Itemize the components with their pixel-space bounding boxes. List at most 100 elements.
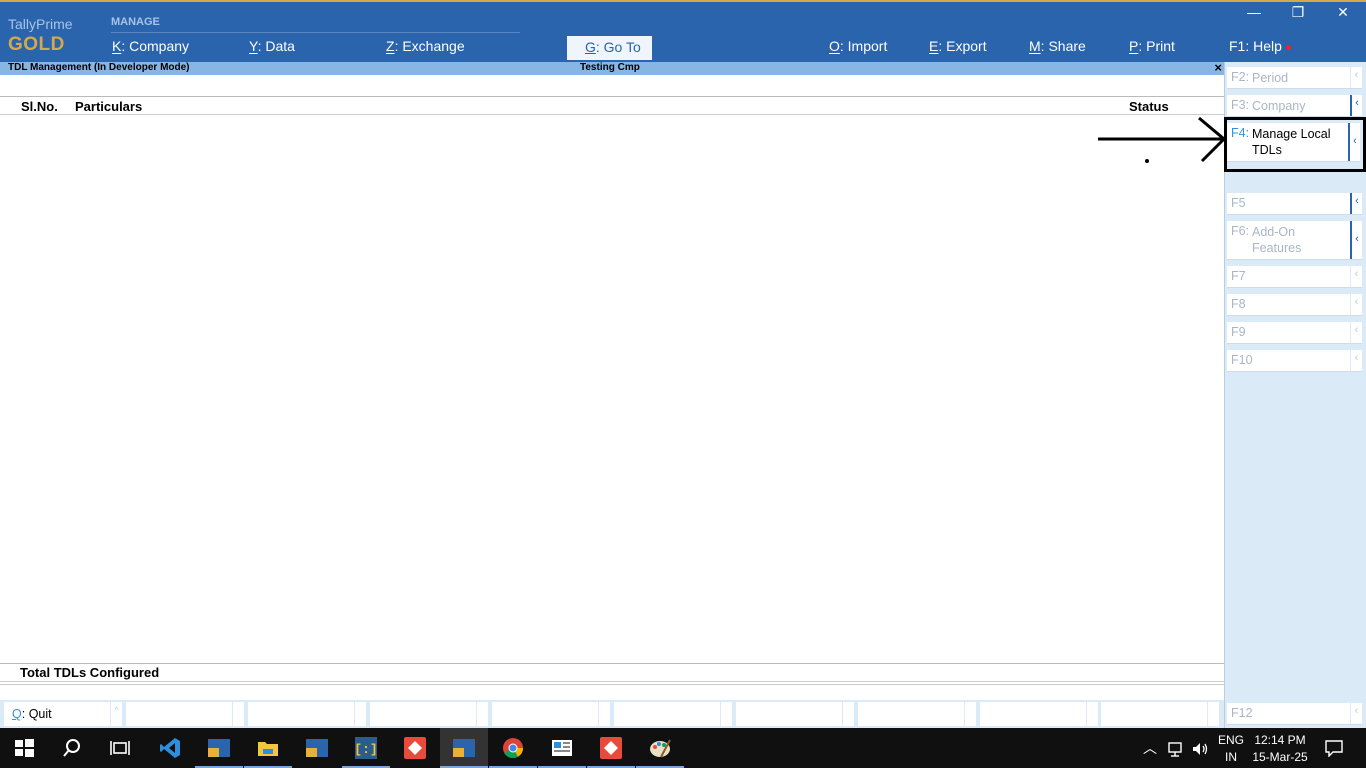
- bottom-button-slot[interactable]: [248, 702, 366, 726]
- paint-icon: [650, 739, 671, 758]
- f12-button[interactable]: F12 ‹: [1227, 703, 1362, 725]
- restore-button[interactable]: ❐: [1283, 4, 1313, 21]
- git-icon: [600, 737, 622, 759]
- taskbar-paint[interactable]: [636, 728, 684, 768]
- menu-goto[interactable]: G: Go To: [567, 36, 652, 60]
- f10-button[interactable]: F10 ‹: [1227, 350, 1362, 372]
- header-divider: [0, 114, 1224, 115]
- start-icon: [15, 739, 34, 757]
- f6-label: Add-On Features: [1252, 225, 1302, 255]
- file-explorer-icon: [258, 742, 278, 756]
- bottom-button-slot[interactable]: [492, 702, 610, 726]
- bottom-button-slot[interactable]: [370, 702, 488, 726]
- chevron-up-icon: [720, 702, 732, 726]
- f6-add-on-features-button[interactable]: F6: Add-On Features ‹: [1227, 221, 1362, 260]
- f2-period-button[interactable]: F2: Period ‹: [1227, 67, 1362, 89]
- taskbar-git[interactable]: [391, 728, 439, 768]
- menu-exchange-label: Exchange: [402, 38, 465, 54]
- menu-exchange[interactable]: Z: Exchange: [386, 38, 465, 54]
- menu-share-label: Share: [1048, 38, 1086, 54]
- menu-export[interactable]: E: Export: [929, 38, 987, 54]
- chevron-up-icon: [1086, 702, 1098, 726]
- show-hidden-icons-button[interactable]: ︿: [1143, 738, 1157, 758]
- chevron-left-icon: ‹: [1350, 193, 1362, 214]
- brand-name: TallyPrime: [8, 16, 73, 32]
- chevron-left-icon: ‹: [1350, 703, 1362, 724]
- clock-time: 12:14 PM: [1254, 733, 1306, 747]
- chevron-left-icon: ‹: [1350, 221, 1362, 259]
- column-header-status: Status: [1129, 99, 1169, 114]
- f2-key: F2:: [1231, 70, 1250, 84]
- header-divider: [0, 96, 1224, 97]
- search-button[interactable]: [48, 728, 96, 768]
- chevron-up-icon: [232, 702, 244, 726]
- f3-company-button[interactable]: F3: Company ‹: [1227, 95, 1362, 117]
- f2-label: Period: [1252, 71, 1289, 85]
- bottom-button-slot[interactable]: [858, 702, 976, 726]
- taskbar-chrome[interactable]: [489, 728, 537, 768]
- footer-divider: [0, 681, 1224, 682]
- minimize-button[interactable]: —: [1239, 4, 1269, 20]
- menu-help[interactable]: F1: Help: [1229, 38, 1291, 54]
- menu-company[interactable]: K: Company: [112, 38, 189, 54]
- menu-print[interactable]: P: Print: [1129, 38, 1175, 54]
- f5-button[interactable]: F5 ‹: [1227, 193, 1362, 215]
- chevron-up-icon: [1207, 702, 1219, 726]
- f9-button[interactable]: F9 ‹: [1227, 322, 1362, 344]
- volume-icon[interactable]: [1191, 741, 1209, 757]
- quit-key: Q: [12, 707, 22, 721]
- language-indicator[interactable]: ENG IN: [1218, 732, 1244, 766]
- close-screen-button[interactable]: ×: [1214, 60, 1222, 75]
- f8-button[interactable]: F8 ‹: [1227, 294, 1362, 316]
- chevron-up-icon: [476, 702, 488, 726]
- chevron-up-icon: [354, 702, 366, 726]
- menu-share[interactable]: M: Share: [1029, 38, 1086, 54]
- menu-print-key: P: [1129, 38, 1139, 54]
- screen-info-bar: TDL Management (In Developer Mode) Testi…: [0, 60, 1224, 75]
- taskbar-tally-2[interactable]: [293, 728, 341, 768]
- taskbar-vscode[interactable]: [146, 728, 194, 768]
- manage-divider: [111, 32, 520, 33]
- chevron-left-icon: ‹: [1350, 67, 1362, 88]
- menu-import[interactable]: O: Import: [829, 38, 887, 54]
- network-icon[interactable]: [1167, 741, 1185, 757]
- f3-label: Company: [1252, 99, 1306, 113]
- taskbar-git-2[interactable]: [587, 728, 635, 768]
- taskbar-file-explorer[interactable]: [244, 728, 292, 768]
- close-window-button[interactable]: ✕: [1328, 4, 1358, 21]
- git-icon: [404, 737, 426, 759]
- top-menu-bar: TallyPrime GOLD MANAGE K: Company Y: Dat…: [0, 0, 1366, 62]
- taskbar-tally[interactable]: [195, 728, 243, 768]
- annotation-arrow-icon: [1098, 116, 1227, 163]
- menu-company-label: Company: [129, 38, 190, 54]
- chevron-up-icon: [964, 702, 976, 726]
- menu-export-label: Export: [946, 38, 987, 54]
- bottom-button-slot[interactable]: [1101, 702, 1219, 726]
- quit-button[interactable]: Q: Quit ^: [4, 702, 122, 726]
- taskbar-tally-active[interactable]: [440, 728, 488, 768]
- language-code: ENG: [1218, 733, 1245, 747]
- tally-icon: [453, 739, 475, 757]
- task-view-button[interactable]: [96, 728, 144, 768]
- clock[interactable]: 12:14 PM 15-Mar-25: [1252, 732, 1308, 766]
- bottom-button-slot[interactable]: [126, 702, 244, 726]
- column-header-particulars: Particulars: [75, 99, 143, 114]
- total-tdls-label: Total TDLs Configured: [20, 665, 160, 680]
- taskbar-news[interactable]: [538, 728, 586, 768]
- screen-title: TDL Management (In Developer Mode): [8, 62, 190, 73]
- f8-key: F8: [1231, 297, 1246, 311]
- start-button[interactable]: [0, 728, 48, 768]
- chevron-left-icon: ‹: [1350, 266, 1362, 287]
- bottom-button-slot[interactable]: [614, 702, 732, 726]
- bottom-button-slot[interactable]: [736, 702, 854, 726]
- notifications-icon[interactable]: [1324, 739, 1344, 757]
- f7-button[interactable]: F7 ‹: [1227, 266, 1362, 288]
- menu-print-label: Print: [1146, 38, 1175, 54]
- menu-data[interactable]: Y: Data: [249, 38, 295, 54]
- chrome-icon: [503, 738, 524, 759]
- chevron-left-icon: ‹: [1350, 95, 1362, 116]
- tally-window: TallyPrime GOLD MANAGE K: Company Y: Dat…: [0, 0, 1366, 768]
- bottom-button-slot[interactable]: [980, 702, 1098, 726]
- brackets-icon: [:]: [355, 737, 377, 759]
- taskbar-brackets[interactable]: [:]: [342, 728, 390, 768]
